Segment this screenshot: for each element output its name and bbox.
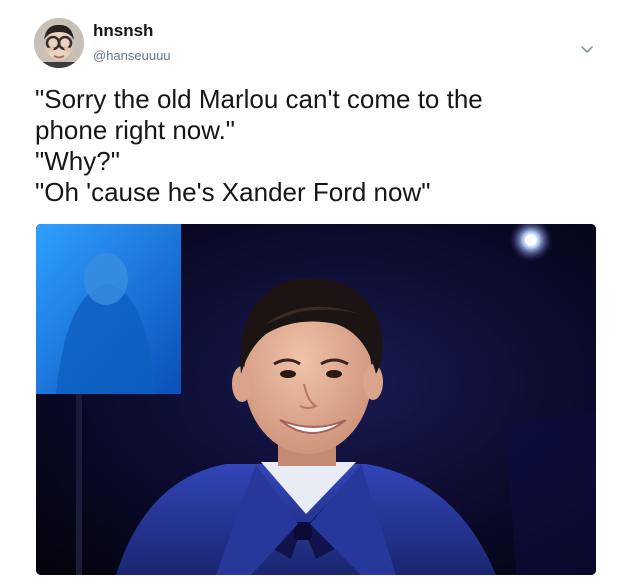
tweet-card: hnsnsh @hanseuuuu "Sorry the old Marlou … — [0, 0, 631, 587]
chevron-down-icon[interactable] — [576, 38, 598, 60]
avatar-image — [34, 18, 84, 68]
profile-avatar[interactable] — [34, 18, 84, 68]
user-handle[interactable]: @hanseuuuu — [93, 48, 171, 63]
tweet-text-line: phone right now." — [35, 115, 236, 145]
tweet-text-line: "Oh 'cause he's Xander Ford now" — [35, 177, 431, 207]
display-name[interactable]: hnsnsh — [93, 21, 153, 41]
tweet-photo[interactable] — [36, 224, 596, 575]
tweet-text: "Sorry the old Marlou can't come to the … — [35, 84, 605, 208]
photo-image — [36, 224, 596, 575]
tweet-text-line: "Why?" — [35, 146, 120, 176]
tweet-text-line: "Sorry the old Marlou can't come to the — [35, 84, 483, 114]
